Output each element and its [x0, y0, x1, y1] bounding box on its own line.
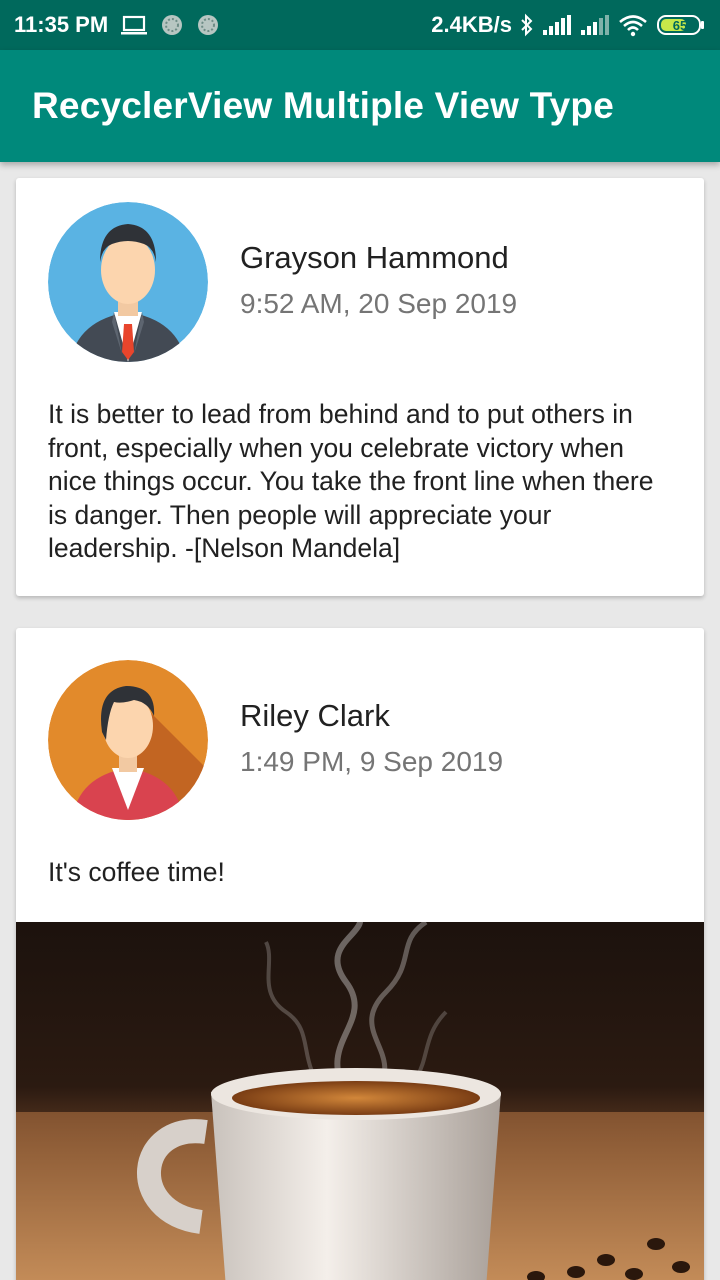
bluetooth-icon — [521, 13, 533, 37]
avatar — [48, 660, 208, 820]
post-text: It's coffee time! — [48, 857, 225, 887]
sync-icon — [162, 15, 183, 35]
author-name: Grayson Hammond — [240, 240, 509, 275]
network-speed: 2.4KB/s — [431, 12, 512, 37]
male-avatar-icon — [48, 202, 208, 362]
post-timestamp: 1:49 PM, 9 Sep 2019 — [240, 746, 504, 777]
post-list[interactable]: Grayson Hammond 9:52 AM, 20 Sep 2019 It … — [0, 162, 720, 1280]
status-bar: 11:35 PM 2.4KB/s 65 — [0, 0, 720, 50]
app-bar: RecyclerView Multiple View Type — [0, 50, 720, 162]
battery-level: 65 — [673, 18, 687, 33]
female-avatar-icon — [48, 660, 208, 820]
post-card[interactable]: Riley Clark 1:49 PM, 9 Sep 2019 It's cof… — [16, 628, 704, 1280]
sync-icon-2 — [198, 15, 219, 35]
author-name: Riley Clark — [240, 698, 390, 733]
post-card[interactable]: Grayson Hammond 9:52 AM, 20 Sep 2019 It … — [16, 178, 704, 596]
post-text: It is better to lead from behind and to … — [48, 399, 654, 563]
coffee-cup-image — [16, 909, 704, 1280]
wifi-icon — [619, 15, 647, 37]
signal-icon-2 — [581, 15, 609, 35]
battery-icon: 65 — [657, 15, 704, 35]
post-timestamp: 9:52 AM, 20 Sep 2019 — [240, 288, 518, 319]
signal-icon — [543, 15, 571, 35]
app-title: RecyclerView Multiple View Type — [32, 85, 614, 126]
avatar — [48, 202, 208, 362]
status-time: 11:35 PM — [14, 12, 109, 37]
laptop-icon — [121, 15, 148, 35]
